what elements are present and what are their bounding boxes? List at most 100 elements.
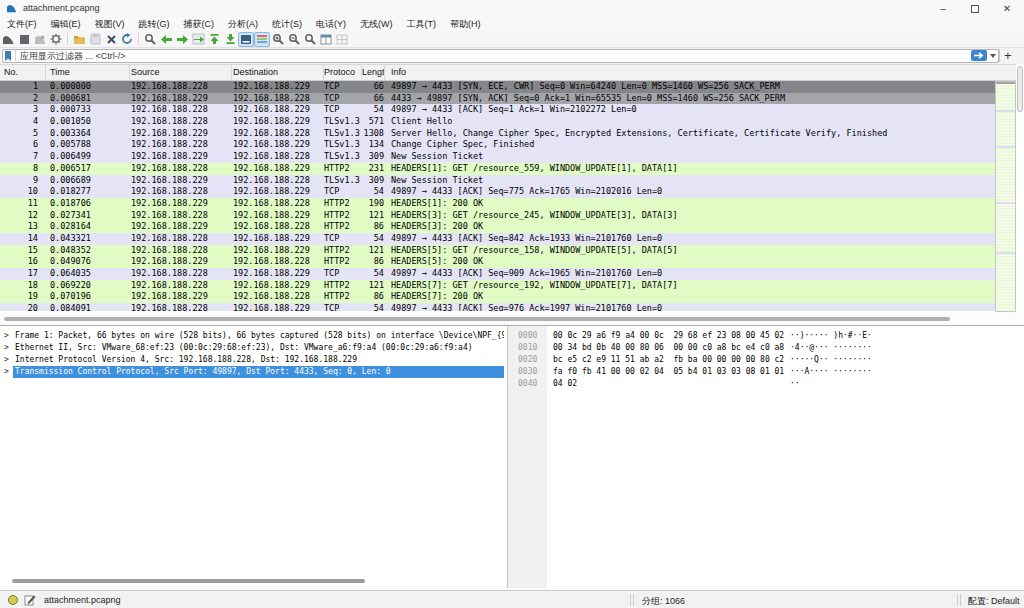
add-filter-button[interactable]: + xyxy=(1004,48,1012,63)
menu-item-4[interactable]: 捕获(C) xyxy=(177,17,222,31)
go-bottom-icon[interactable] xyxy=(222,32,238,47)
packet-minimap-scrollbar[interactable] xyxy=(995,81,1016,312)
detail-line-0[interactable]: > Frame 1: Packet, 66 bytes on wire (528 … xyxy=(0,330,507,342)
reload-icon[interactable] xyxy=(119,32,135,47)
packet-row-17[interactable]: 170.064035192.168.188.228192.168.188.229… xyxy=(0,268,995,280)
filter-dropdown-icon[interactable] xyxy=(990,54,996,58)
hex-line-0030[interactable]: 0030fa f0 fb 41 00 00 02 04 05 b4 01 03 … xyxy=(514,366,1024,378)
column-header-lengt[interactable]: Lengt xyxy=(362,65,385,80)
go-back-icon[interactable] xyxy=(158,32,174,47)
layout-icon[interactable] xyxy=(334,32,350,47)
hex-line-0010[interactable]: 001000 34 bd 0b 40 00 80 06 00 00 c0 a8 … xyxy=(514,342,1024,354)
column-header-source[interactable]: Source xyxy=(130,65,232,80)
maximize-button[interactable] xyxy=(958,0,992,17)
expert-info-icon[interactable] xyxy=(8,595,18,605)
column-header-time[interactable]: Time xyxy=(46,65,130,80)
filter-placeholder: 应用显示过滤器 ... <Ctrl-/> xyxy=(20,50,126,63)
detail-line-1[interactable]: > Ethernet II, Src: VMware_68:ef:23 (00:0… xyxy=(0,342,507,354)
packet-row-12[interactable]: 120.027341192.168.188.228192.168.188.229… xyxy=(0,210,995,222)
detail-text: Internet Protocol Version 4, Src: 192.16… xyxy=(13,354,504,366)
menu-item-0[interactable]: 文件(F) xyxy=(0,17,44,31)
status-profile[interactable]: 配置: Default xyxy=(968,595,1020,608)
packet-row-11[interactable]: 110.018706192.168.188.229192.168.188.228… xyxy=(0,198,995,210)
menu-item-10[interactable]: 帮助(H) xyxy=(443,17,488,31)
detail-text: Frame 1: Packet, 66 bytes on wire (528 b… xyxy=(13,330,504,342)
expand-arrow-icon[interactable]: > xyxy=(4,342,9,354)
menu-item-8[interactable]: 无线(W) xyxy=(353,17,400,31)
display-filter-input[interactable] xyxy=(2,49,999,63)
hex-dump-pane: 000000 0c 29 a6 f9 a4 00 0c 29 68 ef 23 … xyxy=(514,326,1024,588)
packet-row-18[interactable]: 180.069220192.168.188.228192.168.188.229… xyxy=(0,280,995,292)
go-to-packet-icon[interactable] xyxy=(190,32,206,47)
go-forward-icon[interactable] xyxy=(174,32,190,47)
packet-row-7[interactable]: 70.006499192.168.188.229192.168.188.228T… xyxy=(0,151,995,163)
column-header-destination[interactable]: Destination xyxy=(232,65,324,80)
packet-details-pane: > Frame 1: Packet, 66 bytes on wire (528 … xyxy=(0,326,508,588)
packet-row-6[interactable]: 60.005788192.168.188.228192.168.188.229T… xyxy=(0,139,995,151)
menu-item-9[interactable]: 工具(T) xyxy=(400,17,444,31)
find-packet-icon[interactable] xyxy=(142,32,158,47)
titlebar: attachment.pcapng – ✕ xyxy=(0,0,1024,17)
packet-row-1[interactable]: 10.000000192.168.188.228192.168.188.229T… xyxy=(0,81,995,93)
packet-row-15[interactable]: 150.048352192.168.188.228192.168.188.229… xyxy=(0,245,995,257)
zoom-in-icon[interactable] xyxy=(270,32,286,47)
main-toolbar xyxy=(0,31,1024,48)
packet-row-19[interactable]: 190.070196192.168.188.229192.168.188.228… xyxy=(0,291,995,303)
detail-text: Ethernet II, Src: VMware_68:ef:23 (00:0c… xyxy=(13,342,504,354)
status-packet-count: 分组: 1066 xyxy=(642,595,685,608)
restart-capture-icon[interactable] xyxy=(32,32,48,47)
packet-row-10[interactable]: 100.018277192.168.188.228192.168.188.229… xyxy=(0,186,995,198)
packet-row-2[interactable]: 20.000681192.168.188.229192.168.188.228T… xyxy=(0,93,995,105)
packet-row-5[interactable]: 50.003364192.168.188.229192.168.188.228T… xyxy=(0,128,995,140)
menu-item-3[interactable]: 跳转(G) xyxy=(132,17,177,31)
expand-arrow-icon[interactable]: > xyxy=(4,354,9,366)
menu-item-6[interactable]: 统计(S) xyxy=(265,17,309,31)
resize-columns-icon[interactable] xyxy=(318,32,334,47)
expand-arrow-icon[interactable]: > xyxy=(4,366,9,378)
menu-item-5[interactable]: 分析(A) xyxy=(221,17,265,31)
menu-item-7[interactable]: 电话(Y) xyxy=(309,17,353,31)
start-capture-icon[interactable] xyxy=(0,32,16,47)
packet-list: 10.000000192.168.188.228192.168.188.229T… xyxy=(0,81,995,311)
save-file-icon[interactable] xyxy=(87,32,103,47)
detail-line-3[interactable]: >Transmission Control Protocol, Src Port… xyxy=(0,366,507,378)
zoom-out-icon[interactable] xyxy=(286,32,302,47)
packet-row-13[interactable]: 130.028164192.168.188.229192.168.188.228… xyxy=(0,221,995,233)
go-top-icon[interactable] xyxy=(206,32,222,47)
close-file-icon[interactable] xyxy=(103,32,119,47)
packet-list-vscrollbar[interactable] xyxy=(1016,64,1024,313)
expand-arrow-icon[interactable]: > xyxy=(4,330,9,342)
close-button[interactable]: ✕ xyxy=(990,0,1024,17)
minimize-button[interactable]: – xyxy=(926,0,960,17)
hex-line-0020[interactable]: 0020bc e5 c2 e9 11 51 ab a2 fb ba 00 00 … xyxy=(514,354,1024,366)
packet-row-3[interactable]: 30.000733192.168.188.228192.168.188.229T… xyxy=(0,104,995,116)
window-title: attachment.pcapng xyxy=(23,3,100,13)
packet-row-4[interactable]: 40.001050192.168.188.228192.168.188.229T… xyxy=(0,116,995,128)
capture-comment-icon[interactable] xyxy=(24,594,36,606)
filter-bar: 应用显示过滤器 ... <Ctrl-/> + xyxy=(0,48,1024,64)
packet-row-14[interactable]: 140.043321192.168.188.228192.168.188.229… xyxy=(0,233,995,245)
column-header-no[interactable]: No. xyxy=(0,65,46,80)
packet-row-16[interactable]: 160.049076192.168.188.229192.168.188.228… xyxy=(0,256,995,268)
open-file-icon[interactable] xyxy=(71,32,87,47)
filter-bookmark-icon[interactable] xyxy=(3,50,13,62)
status-filename: attachment.pcapng xyxy=(44,595,121,605)
auto-scroll-icon[interactable] xyxy=(238,32,254,47)
packet-list-hscrollbar[interactable] xyxy=(0,313,1024,325)
details-hscrollbar[interactable] xyxy=(0,574,508,586)
stop-capture-icon[interactable] xyxy=(16,32,32,47)
menu-item-2[interactable]: 视图(V) xyxy=(88,17,132,31)
menu-item-1[interactable]: 编辑(E) xyxy=(44,17,88,31)
capture-options-icon[interactable] xyxy=(48,32,64,47)
hex-line-0040[interactable]: 004004 02·· xyxy=(514,378,1024,390)
zoom-reset-icon[interactable] xyxy=(302,32,318,47)
detail-line-2[interactable]: > Internet Protocol Version 4, Src: 192.1… xyxy=(0,354,507,366)
colorize-icon[interactable] xyxy=(254,32,270,47)
column-header-protoco[interactable]: Protoco xyxy=(324,65,362,80)
column-header-info[interactable]: Info xyxy=(385,65,1024,80)
apply-filter-icon[interactable] xyxy=(971,50,987,61)
packet-row-9[interactable]: 90.006689192.168.188.229192.168.188.228T… xyxy=(0,175,995,187)
packet-row-8[interactable]: 80.006517192.168.188.228192.168.188.229H… xyxy=(0,163,995,175)
packet-row-20[interactable]: 200.084091192.168.188.228192.168.188.229… xyxy=(0,303,995,311)
hex-line-0000[interactable]: 000000 0c 29 a6 f9 a4 00 0c 29 68 ef 23 … xyxy=(514,330,1024,342)
